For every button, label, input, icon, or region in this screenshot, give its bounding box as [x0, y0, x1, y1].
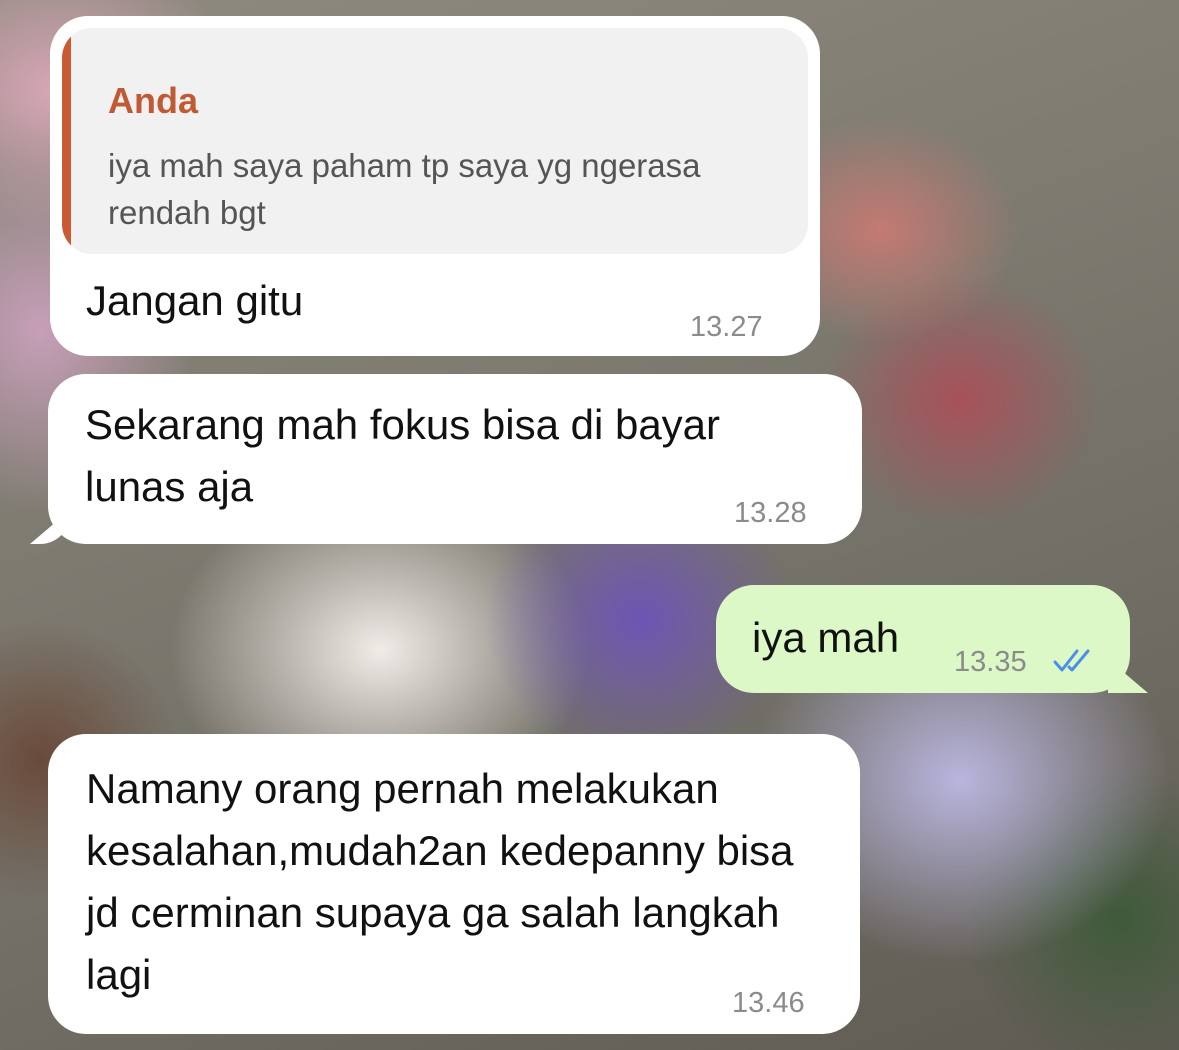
double-check-read-icon: [1053, 649, 1090, 672]
message-bubble-incoming[interactable]: Anda iya mah saya paham tp saya yg ngera…: [50, 16, 820, 356]
message-timestamp: 13.28: [734, 497, 807, 529]
message-text: Sekarang mah fokus bisa di bayar lunas a…: [85, 401, 732, 510]
message-bubble-incoming[interactable]: Namany orang pernah melakukan kesalahan,…: [48, 734, 860, 1034]
quoted-reply[interactable]: Anda iya mah saya paham tp saya yg ngera…: [62, 28, 808, 254]
message-timestamp: 13.27: [690, 311, 763, 343]
message-text: iya mah: [752, 614, 900, 661]
message-text: Jangan gitu: [86, 277, 304, 324]
message-bubble-outgoing[interactable]: iya mah 13.35: [716, 585, 1130, 693]
quote-accent-bar: [62, 28, 71, 254]
message-timestamp: 13.35: [954, 646, 1027, 678]
quote-text: iya mah saya paham tp saya yg ngerasa re…: [108, 147, 701, 231]
message-timestamp: 13.46: [732, 987, 805, 1019]
quote-author: Anda: [108, 80, 198, 121]
message-text: Namany orang pernah melakukan kesalahan,…: [86, 765, 806, 998]
message-bubble-incoming[interactable]: Sekarang mah fokus bisa di bayar lunas a…: [48, 374, 862, 544]
